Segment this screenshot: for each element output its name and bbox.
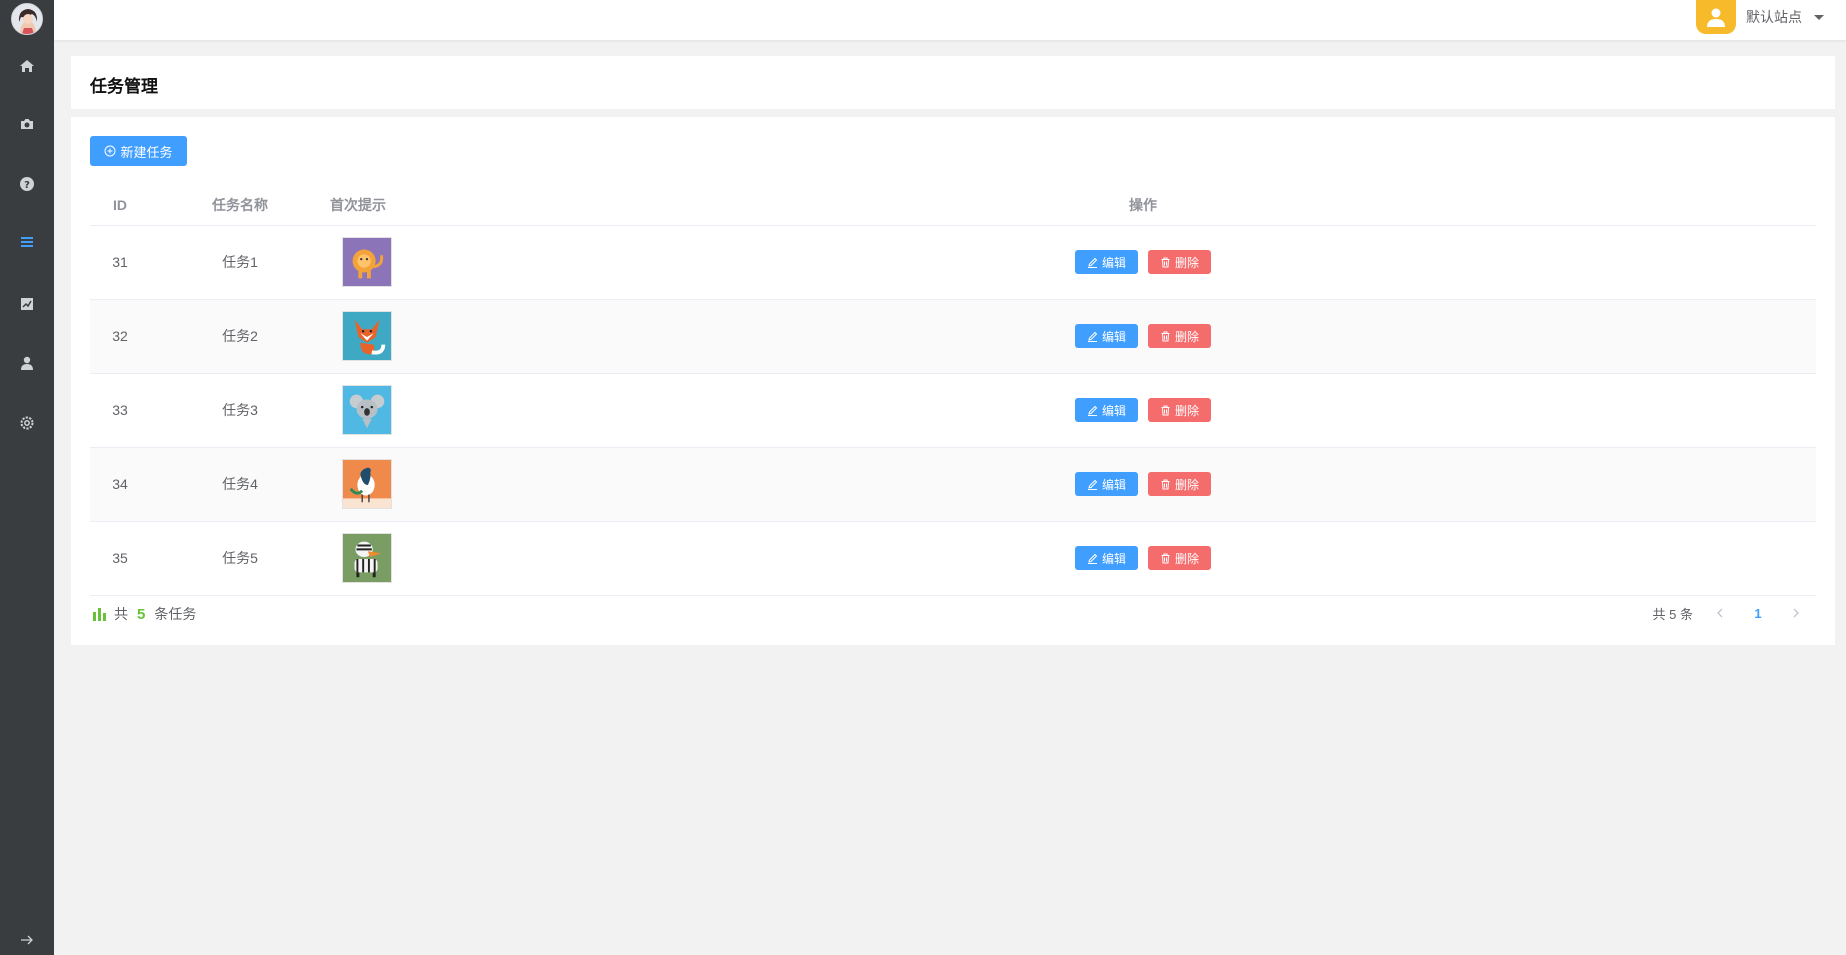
sidebar-item-users[interactable] — [0, 343, 54, 383]
task-id: 33 — [90, 373, 150, 448]
delete-button[interactable]: 删除 — [1148, 250, 1211, 274]
edit-icon — [1087, 257, 1098, 268]
trash-icon — [1161, 257, 1170, 267]
user-icon — [1707, 8, 1725, 27]
edit-button[interactable]: 编辑 — [1075, 546, 1138, 570]
task-id: 31 — [90, 225, 150, 300]
table-row: 35 任务5 编辑 删除 — [90, 521, 1816, 596]
task-thumbnail-fox[interactable] — [342, 311, 392, 361]
task-thumbnail-lion[interactable] — [342, 237, 392, 287]
chevron-down-icon — [1814, 14, 1824, 20]
user-icon — [21, 356, 33, 370]
home-icon — [20, 60, 34, 72]
delete-button[interactable]: 删除 — [1148, 324, 1211, 348]
page-title: 任务管理 — [90, 77, 158, 96]
delete-label: 删除 — [1174, 477, 1199, 492]
edit-icon — [1087, 553, 1098, 564]
delete-label: 删除 — [1174, 403, 1199, 418]
chevron-left-icon — [1717, 608, 1723, 618]
edit-icon — [1087, 405, 1098, 416]
table-header-row: ID 任务名称 首次提示 操作 — [90, 185, 1816, 226]
delete-button[interactable]: 删除 — [1148, 472, 1211, 496]
edit-label: 编辑 — [1101, 255, 1126, 270]
trash-icon — [1161, 405, 1170, 415]
sidebar-item-help[interactable]: ? — [0, 164, 54, 204]
column-header-image: 首次提示 — [330, 185, 470, 226]
delete-label: 删除 — [1174, 329, 1199, 344]
title-card: 任务管理 — [71, 56, 1835, 109]
main-card: 新建任务 ID 任务名称 首次提示 操作 31 任务1 编辑 删除 32 任务2… — [71, 117, 1835, 645]
sidebar-toggle[interactable] — [0, 925, 54, 955]
task-table: ID 任务名称 首次提示 操作 31 任务1 编辑 删除 32 任务2 编辑 删… — [90, 185, 1816, 596]
site-name: 默认站点 — [1746, 9, 1802, 25]
edit-label: 编辑 — [1101, 329, 1126, 344]
task-name: 任务4 — [150, 447, 330, 522]
delete-label: 删除 — [1174, 551, 1199, 566]
sidebar-avatar[interactable] — [11, 3, 43, 35]
sidebar-item-tasks[interactable] — [0, 222, 54, 262]
task-name: 任务1 — [150, 225, 330, 300]
task-count-summary: 共 5 条任务 — [92, 604, 196, 624]
next-page-button[interactable] — [1777, 606, 1815, 621]
sidebar-item-settings[interactable] — [0, 403, 54, 443]
task-id: 35 — [90, 521, 150, 596]
edit-button[interactable]: 编辑 — [1075, 250, 1138, 274]
edit-button[interactable]: 编辑 — [1075, 472, 1138, 496]
prev-page-button[interactable] — [1701, 606, 1739, 621]
settings-icon — [20, 416, 34, 430]
column-header-actions: 操作 — [470, 185, 1816, 226]
trash-icon — [1161, 553, 1170, 563]
task-count: 5 — [137, 605, 146, 623]
table-row: 34 任务4 编辑 删除 — [90, 447, 1816, 522]
user-avatar — [1696, 0, 1736, 34]
sidebar-item-stats[interactable] — [0, 284, 54, 324]
column-header-id: ID — [90, 185, 150, 226]
plus-circle-icon — [104, 145, 116, 157]
delete-button[interactable]: 删除 — [1148, 546, 1211, 570]
trash-icon — [1161, 479, 1170, 489]
delete-button[interactable]: 删除 — [1148, 398, 1211, 422]
camera-icon — [21, 119, 33, 129]
task-name: 任务2 — [150, 299, 330, 374]
task-id: 34 — [90, 447, 150, 522]
sidebar-item-home[interactable] — [0, 46, 54, 86]
task-name: 任务3 — [150, 373, 330, 448]
summary-suffix: 条任务 — [154, 606, 197, 622]
table-row: 32 任务2 编辑 删除 — [90, 299, 1816, 374]
help-icon: ? — [20, 177, 34, 191]
edit-button[interactable]: 编辑 — [1075, 398, 1138, 422]
arrow-right-icon — [21, 935, 33, 945]
new-task-label: 新建任务 — [120, 144, 173, 160]
table-row: 31 任务1 编辑 删除 — [90, 225, 1816, 300]
chart-icon — [21, 298, 33, 310]
list-icon — [21, 237, 33, 247]
page-number[interactable]: 1 — [1739, 606, 1777, 621]
chevron-right-icon — [1793, 608, 1799, 618]
task-thumbnail-peacock[interactable] — [342, 459, 392, 509]
trash-icon — [1161, 331, 1170, 341]
task-thumbnail-zebra[interactable] — [342, 533, 392, 583]
table-row: 33 任务3 编辑 删除 — [90, 373, 1816, 448]
pagination: 共 5 条 1 — [1653, 604, 1815, 623]
delete-label: 删除 — [1174, 255, 1199, 270]
edit-label: 编辑 — [1101, 551, 1126, 566]
new-task-button[interactable]: 新建任务 — [90, 136, 187, 166]
task-thumbnail-koala[interactable] — [342, 385, 392, 435]
edit-label: 编辑 — [1101, 477, 1126, 492]
task-id: 32 — [90, 299, 150, 374]
site-selector[interactable]: 默认站点 — [1696, 0, 1824, 34]
sidebar-item-camera[interactable] — [0, 104, 54, 144]
pagination-total: 共 5 条 — [1652, 607, 1693, 622]
sidebar: ? — [0, 0, 54, 955]
edit-label: 编辑 — [1101, 403, 1126, 418]
svg-text:?: ? — [24, 180, 30, 191]
bar-chart-icon — [93, 608, 106, 621]
edit-button[interactable]: 编辑 — [1075, 324, 1138, 348]
task-name: 任务5 — [150, 521, 330, 596]
summary-prefix: 共 — [114, 606, 128, 622]
edit-icon — [1087, 331, 1098, 342]
column-header-name: 任务名称 — [150, 185, 330, 226]
top-header: 默认站点 — [54, 0, 1846, 40]
edit-icon — [1087, 479, 1098, 490]
